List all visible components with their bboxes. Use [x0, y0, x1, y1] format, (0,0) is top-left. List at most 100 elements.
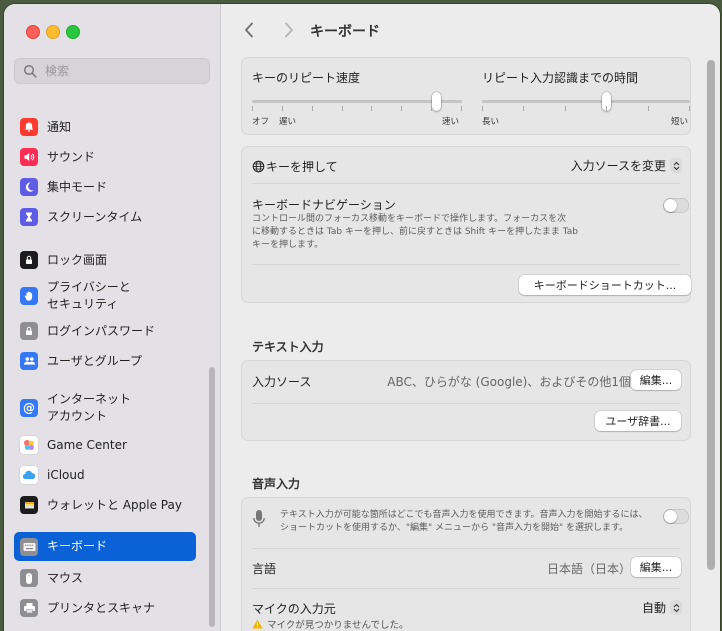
microphone-warning-text: マイクが見つかりませんでした。: [267, 620, 409, 631]
slider-tick: [606, 106, 608, 111]
keyboard-options-card: キーを押して 入力ソースを変更 キーボードナビゲーション コントロール間のフォー…: [241, 146, 691, 303]
separator: [252, 264, 680, 265]
key-repeat-slider-knob[interactable]: [432, 92, 442, 111]
keyboard-icon: [20, 537, 38, 556]
minimize-window-button[interactable]: [46, 25, 60, 39]
moon-icon: [20, 178, 38, 196]
search-input[interactable]: [43, 63, 197, 79]
sidebar-item-focus[interactable]: 集中モード: [14, 175, 196, 199]
sidebar-item-label: ロック画面: [47, 252, 108, 267]
sidebar-item-label: ウォレットと Apple Pay: [47, 497, 182, 512]
key-repeat-label: キーのリピート速度: [252, 71, 361, 85]
wallet-icon: [20, 496, 38, 514]
main-scrollbar[interactable]: [707, 60, 715, 570]
sidebar-item-label: インターネット アカウント: [47, 392, 132, 423]
sidebar-scrollbar[interactable]: [209, 367, 215, 627]
globe-key-value: 入力ソースを変更: [570, 159, 666, 173]
sidebar-item-label: マウス: [47, 570, 84, 585]
separator: [252, 183, 680, 184]
input-sources-label: 入力ソース: [252, 375, 312, 389]
delay-label: リピート入力認識までの時間: [482, 71, 639, 85]
slider-tick: [311, 106, 313, 111]
sidebar-item-screen-time[interactable]: スクリーンタイム: [14, 205, 196, 229]
users-icon: [20, 352, 38, 370]
sidebar-item-login-password[interactable]: ログインパスワード: [14, 319, 196, 343]
chevron-left-icon: [245, 22, 253, 38]
text-input-card: 入力ソース ABC、ひらがな (Google)、およびその他1個 編集... ユ…: [241, 360, 691, 441]
hand-icon: [20, 287, 38, 305]
key-repeat-fast-label: 速い: [442, 117, 460, 127]
delay-short-label: 短い: [671, 117, 689, 127]
close-window-button[interactable]: [26, 25, 40, 39]
delay-slider[interactable]: [482, 100, 690, 103]
globe-key-row: キーを押して: [252, 158, 338, 175]
sidebar-item-label: Game Center: [47, 437, 127, 452]
sidebar-item-label: 通知: [47, 119, 72, 134]
forward-button[interactable]: [279, 19, 299, 41]
sidebar-item-game-center[interactable]: Game Center: [14, 433, 196, 457]
slider-tick: [401, 106, 403, 111]
sidebar-item-sound[interactable]: サウンド: [14, 145, 196, 169]
warning-icon: [252, 619, 263, 629]
sidebar-item-mouse[interactable]: マウス: [14, 566, 196, 590]
slider-tick: [523, 106, 525, 111]
slider-tick: [482, 106, 483, 111]
sidebar-item-wallet[interactable]: ウォレットと Apple Pay: [14, 493, 196, 517]
key-repeat-min-label: オフ: [252, 117, 270, 127]
settings-window: 通知 サウンド 集中モード スクリーンタイム ロック画面: [4, 4, 720, 631]
globe-key-popup[interactable]: 入力ソースを変更: [571, 157, 682, 174]
hourglass-icon: [20, 208, 38, 226]
zoom-window-button[interactable]: [66, 25, 80, 39]
mouse-icon: [20, 569, 38, 587]
globe-key-label: キーを押して: [266, 160, 338, 174]
updown-chevron-icon: [670, 158, 682, 173]
sidebar-item-label: ユーザとグループ: [47, 353, 143, 368]
search-field[interactable]: [14, 58, 210, 84]
slider-tick: [371, 106, 373, 111]
delay-long-label: 長い: [482, 117, 500, 127]
dictation-language-label: 言語: [252, 562, 277, 576]
at-sign-icon: @: [20, 399, 38, 417]
sidebar-item-notifications[interactable]: 通知: [14, 115, 196, 139]
search-icon: [23, 64, 37, 78]
text-input-section-title: テキスト入力: [252, 340, 324, 354]
sidebar-item-label: 集中モード: [47, 179, 108, 194]
sidebar-item-internet-accounts[interactable]: @ インターネット アカウント: [14, 389, 196, 427]
dictation-section-title: 音声入力: [252, 477, 301, 491]
key-repeat-slider[interactable]: [252, 100, 462, 103]
slider-tick: [341, 106, 343, 111]
sidebar-item-lock-screen[interactable]: ロック画面: [14, 248, 196, 272]
input-sources-edit-button[interactable]: 編集...: [631, 370, 681, 390]
cloud-icon: [20, 466, 38, 484]
sidebar-item-privacy[interactable]: プライバシーと セキュリティ: [14, 277, 196, 315]
dictation-card: テキスト入力が可能な箇所はどこでも音声入力を使用できます。音声入力を開始するには…: [241, 497, 691, 631]
keyboard-navigation-label: キーボードナビゲーション: [252, 198, 396, 212]
sidebar-item-printers[interactable]: プリンタとスキャナ: [14, 596, 196, 620]
slider-tick: [252, 106, 253, 111]
microphone-source-label: マイクの入力元: [252, 602, 336, 616]
slider-tick: [461, 106, 462, 111]
input-sources-value: ABC、ひらがな (Google)、およびその他1個: [387, 375, 631, 389]
separator: [252, 588, 680, 589]
keyboard-navigation-toggle[interactable]: [663, 198, 689, 213]
back-button[interactable]: [239, 19, 259, 41]
sidebar-item-label: ログインパスワード: [47, 323, 156, 338]
game-center-icon: [20, 436, 38, 454]
keyboard-shortcuts-button[interactable]: キーボードショートカット...: [519, 275, 691, 295]
microphone-warning: マイクが見つかりませんでした。: [252, 617, 409, 631]
dictation-toggle[interactable]: [663, 509, 689, 524]
chevron-right-icon: [285, 22, 293, 38]
dictation-language-edit-button[interactable]: 編集...: [631, 557, 681, 577]
globe-icon: [252, 160, 265, 173]
sidebar-item-users-groups[interactable]: ユーザとグループ: [14, 349, 196, 373]
microphone-icon: [253, 510, 265, 527]
sidebar-item-keyboard[interactable]: キーボード: [14, 532, 196, 561]
slider-tick: [281, 106, 283, 111]
microphone-source-popup[interactable]: 自動: [642, 599, 682, 616]
dictation-language-value: 日本語（日本）: [546, 562, 631, 576]
separator: [252, 403, 680, 404]
sidebar-item-label: プリンタとスキャナ: [47, 600, 156, 615]
bell-icon: [20, 118, 38, 136]
sidebar-item-icloud[interactable]: iCloud: [14, 463, 196, 487]
user-dictionary-button[interactable]: ユーザ辞書...: [595, 411, 681, 431]
